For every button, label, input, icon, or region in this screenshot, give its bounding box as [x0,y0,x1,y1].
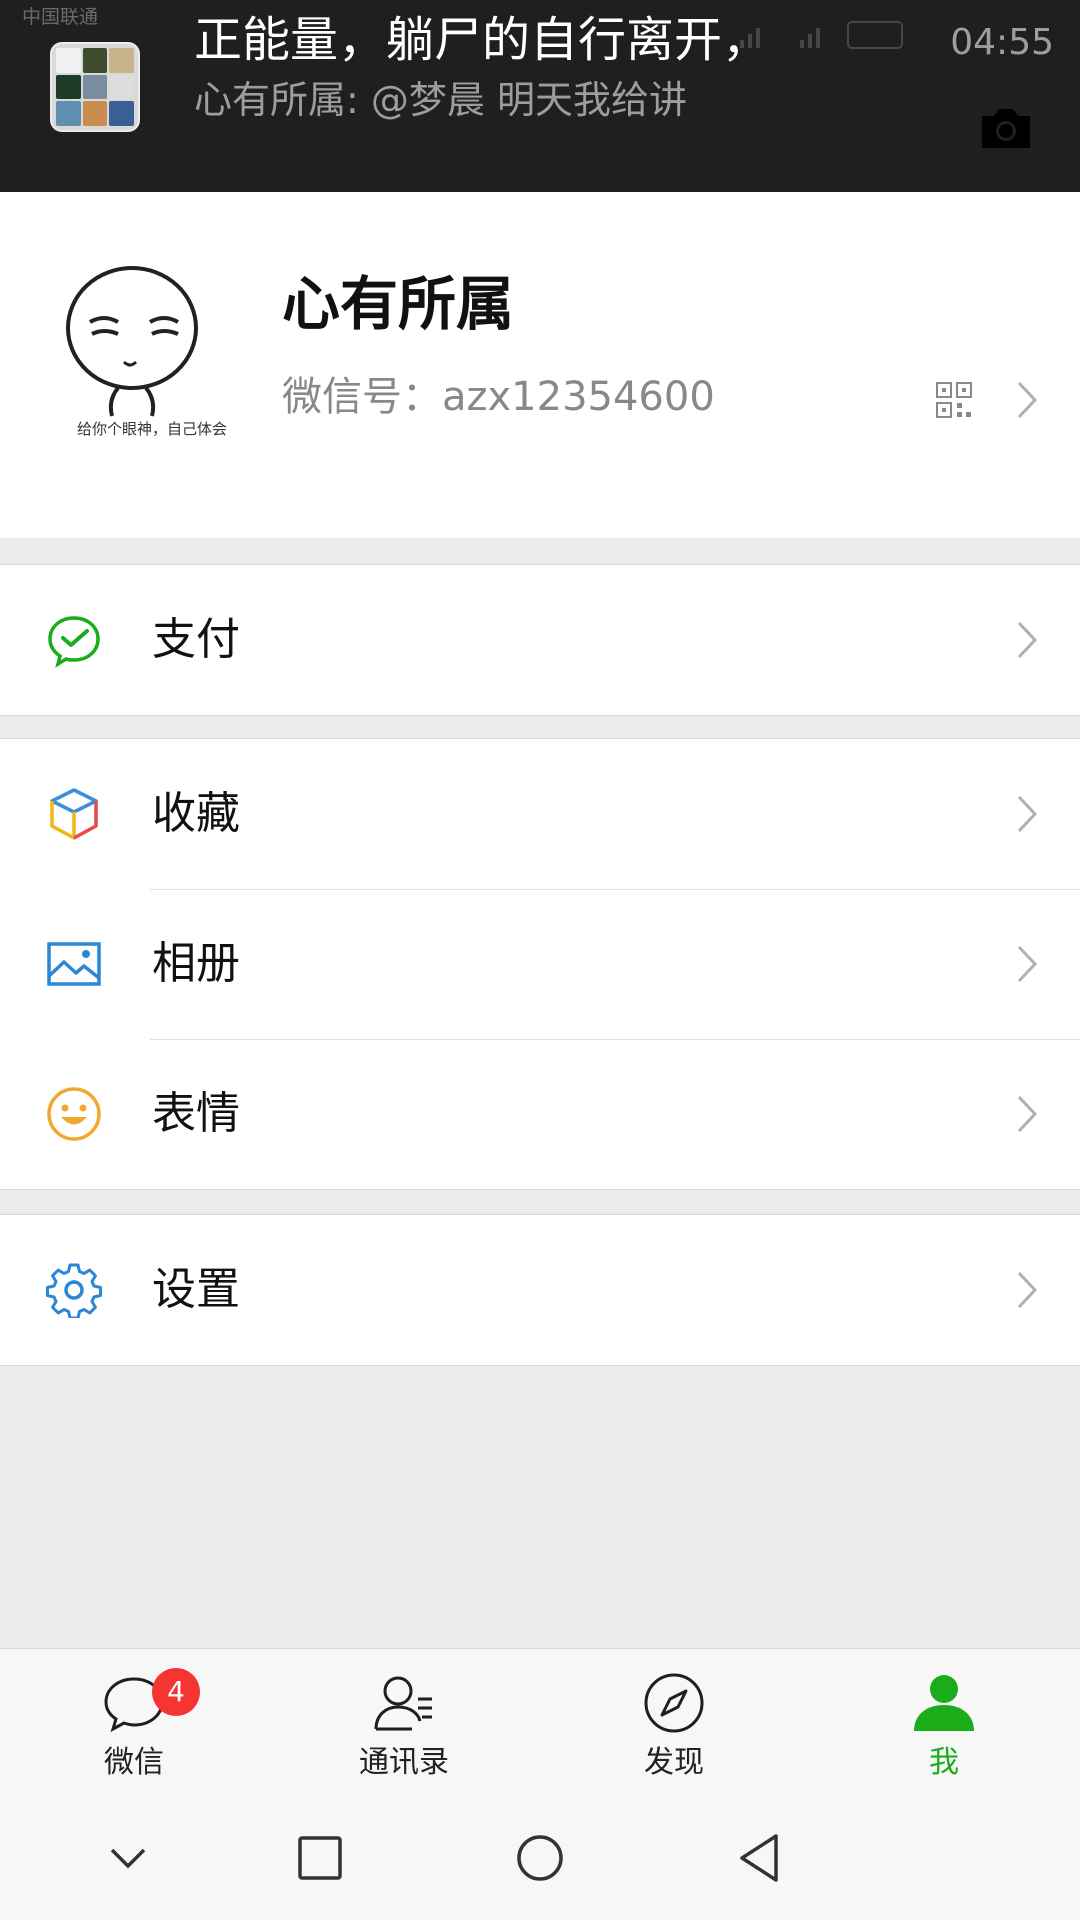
wechat-pay-icon [48,616,100,668]
profile-name: 心有所属 [282,270,515,338]
compass-icon [644,1673,704,1733]
tab-contacts[interactable]: 通讯录 [304,1649,504,1799]
tab-discover[interactable]: 发现 [574,1649,774,1799]
menu-item-settings[interactable]: 设置 [0,1215,1080,1365]
menu-label-album: 相册 [152,938,240,989]
section-personal: 收藏 相册 表情 [0,738,1080,1190]
chevron-down-icon[interactable] [98,1828,158,1888]
notification-message: 心有所属: @梦晨 明天我给讲 [194,78,687,122]
carrier-label: 中国联通 [22,6,99,28]
menu-label-favorites: 收藏 [152,788,240,839]
status-bar-under [720,14,960,58]
section-settings: 设置 [0,1214,1080,1366]
wechat-id-value: azx12354600 [442,374,715,420]
system-navigation-bar [0,1798,1080,1920]
menu-label-pay: 支付 [152,614,240,665]
chevron-right-icon [1017,1271,1038,1309]
tab-chats[interactable]: 微信 [34,1649,234,1799]
person-icon [914,1675,974,1731]
status-time: 04:55 [950,22,1054,63]
menu-label-settings: 设置 [152,1264,240,1315]
chevron-right-icon [1017,945,1038,983]
qr-code-icon[interactable] [936,382,972,418]
profile-avatar[interactable]: 给你个眼神，自己体会 [60,262,246,448]
wechat-me-screen: 中国联通 正能量，躺尸的自行离开， 心有所属: @梦晨 明天我给讲 04:55 [0,0,1080,1920]
bottom-tab-bar: 微信 通讯录 发现 我 [0,1648,1080,1798]
menu-item-favorites[interactable]: 收藏 [0,739,1080,889]
cube-icon [50,788,98,840]
menu-item-stickers[interactable]: 表情 [0,1039,1080,1189]
menu-item-pay[interactable]: 支付 [0,565,1080,715]
menu-label-stickers: 表情 [152,1088,240,1139]
wechat-id-label: 微信号： [282,374,442,420]
chevron-right-icon [1017,795,1038,833]
notification-title: 正能量，躺尸的自行离开， [194,12,771,68]
back-triangle-icon[interactable] [730,1828,790,1888]
smiley-icon [47,1087,101,1141]
image-icon [47,942,101,986]
recents-square-icon[interactable] [290,1828,350,1888]
avatar-caption: 给你个眼神，自己体会 [77,420,227,438]
tab-me[interactable]: 我 [844,1649,1044,1799]
tab-label-contacts: 通讯录 [359,1745,449,1780]
home-circle-icon[interactable] [510,1828,570,1888]
group-avatar [50,42,140,132]
section-pay: 支付 [0,564,1080,716]
unread-badge: 4 [152,1668,200,1716]
tab-label-discover: 发现 [644,1745,704,1780]
wechat-id: 微信号：azx12354600 [282,370,715,424]
menu-item-album[interactable]: 相册 [0,889,1080,1039]
gear-icon [46,1263,102,1318]
tab-label-chats: 微信 [104,1745,164,1780]
signal-icon [740,21,903,49]
notification-banner[interactable]: 中国联通 正能量，躺尸的自行离开， 心有所属: @梦晨 明天我给讲 04:55 [0,0,1080,192]
chevron-right-icon [1017,621,1038,659]
chevron-right-icon [1017,381,1038,419]
chevron-right-icon [1017,1095,1038,1133]
camera-icon[interactable] [978,104,1034,152]
contacts-icon [374,1676,432,1731]
profile-card[interactable]: 给你个眼神，自己体会 心有所属 微信号：azx12354600 [0,192,1080,538]
tab-label-me: 我 [929,1745,959,1780]
